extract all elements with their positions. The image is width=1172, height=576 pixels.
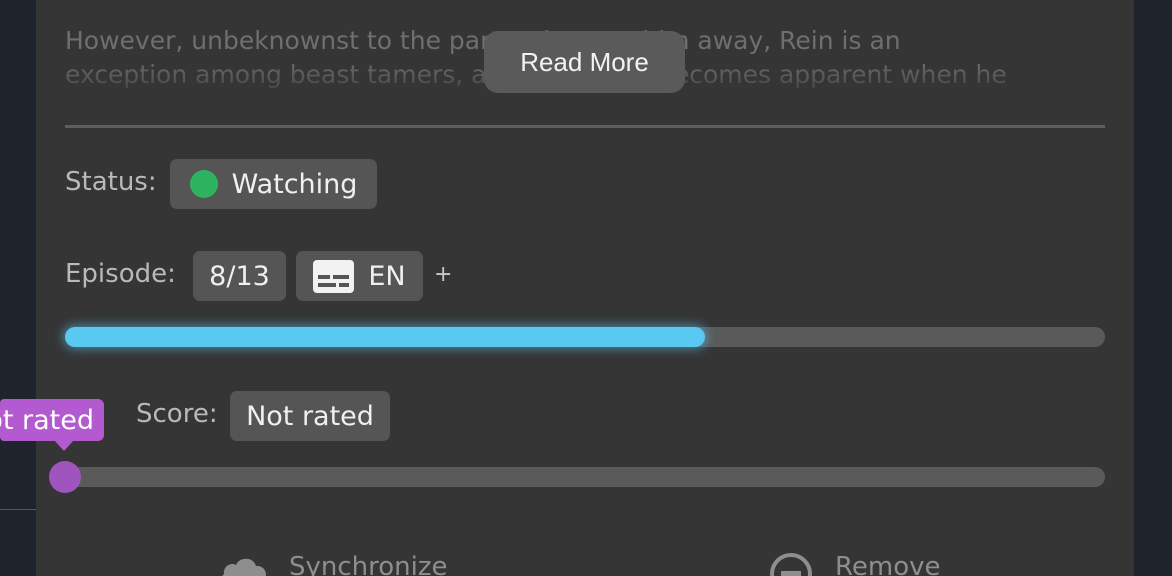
status-dropdown[interactable]: Watching bbox=[170, 159, 377, 209]
score-value-button[interactable]: Not rated bbox=[230, 391, 390, 441]
subtitles-icon bbox=[313, 259, 355, 293]
read-more-button[interactable]: Read More bbox=[484, 31, 685, 93]
score-slider[interactable] bbox=[49, 461, 1105, 493]
remove-circle-icon bbox=[769, 552, 813, 576]
episode-counter[interactable]: 8/13 bbox=[193, 251, 286, 301]
background-divider bbox=[0, 509, 36, 510]
score-tooltip-text: Not rated bbox=[0, 404, 94, 436]
score-tooltip-arrow bbox=[54, 440, 74, 451]
episode-progress-fill bbox=[65, 327, 705, 347]
remove-label: Remove bbox=[835, 552, 941, 576]
add-episode-button[interactable]: + bbox=[434, 262, 452, 287]
episode-label: Episode: bbox=[65, 259, 176, 289]
anime-detail-panel: However, unbeknownst to the party who ca… bbox=[36, 0, 1134, 576]
status-label: Status: bbox=[65, 167, 157, 197]
score-slider-thumb[interactable] bbox=[49, 461, 81, 493]
remove-button[interactable]: Remove bbox=[769, 552, 941, 576]
episode-progress-bar bbox=[65, 327, 1105, 347]
subtitle-language: EN bbox=[368, 260, 406, 292]
score-tooltip: Not rated bbox=[0, 399, 104, 441]
synchronize-button[interactable]: Synchronize bbox=[219, 552, 448, 576]
score-value: Not rated bbox=[246, 400, 374, 432]
episode-progress-text: 8/13 bbox=[209, 260, 270, 292]
score-label: Score: bbox=[136, 399, 218, 429]
cloud-icon bbox=[219, 556, 269, 576]
subtitle-language-button[interactable]: EN bbox=[296, 251, 423, 301]
status-indicator-icon bbox=[189, 170, 218, 198]
synchronize-label: Synchronize bbox=[289, 552, 448, 576]
section-divider bbox=[65, 125, 1105, 128]
status-value: Watching bbox=[231, 168, 358, 200]
